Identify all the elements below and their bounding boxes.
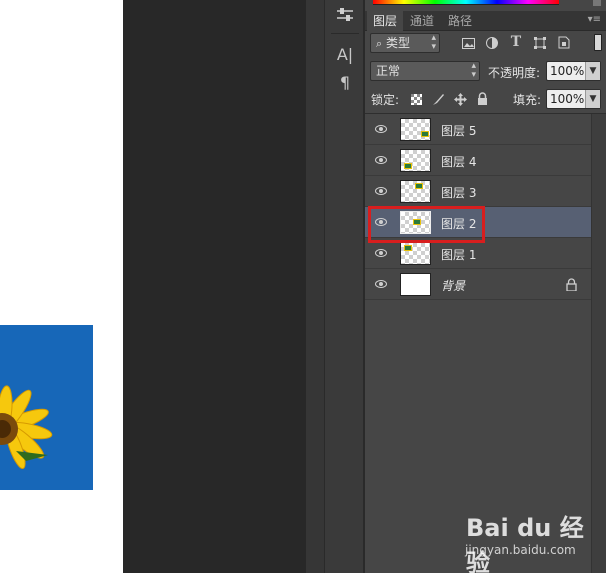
fill-field[interactable]: 100% ▼ bbox=[546, 89, 601, 109]
layer-thumbnail bbox=[400, 273, 431, 296]
layer-thumbnail bbox=[400, 149, 431, 172]
color-spectrum-bar[interactable] bbox=[373, 0, 559, 5]
tab-layers[interactable]: 图层 bbox=[367, 11, 404, 31]
visibility-eye-icon[interactable] bbox=[375, 247, 387, 259]
filter-kind-label: 类型 bbox=[386, 36, 411, 50]
select-arrows-icon: ▴ ▾ bbox=[471, 61, 476, 80]
filter-type-icon[interactable]: T bbox=[509, 34, 523, 50]
layer-thumbnail bbox=[400, 118, 431, 141]
chevron-down-icon[interactable]: ▼ bbox=[585, 62, 600, 80]
search-icon: ⌕ bbox=[376, 37, 383, 50]
opacity-value: 100% bbox=[550, 64, 585, 78]
blend-mode-select[interactable]: 正常 ▴ ▾ bbox=[370, 61, 480, 81]
layer-row[interactable]: 图层 3 bbox=[365, 176, 591, 207]
panel-menu-icon[interactable]: ▾≡ bbox=[588, 14, 601, 25]
watermark: Bai du 经验 jingyan.baidu.com bbox=[458, 505, 606, 573]
layers-panel: 图层 通道 路径 ▾≡ ⌕ 类型 ▴ ▾ T 正常 ▴ ▾ 不透明度: 100% ▼… bbox=[364, 0, 606, 573]
layer-thumbnail bbox=[400, 180, 431, 203]
opacity-field[interactable]: 100% ▼ bbox=[546, 61, 601, 81]
blend-mode-label: 正常 bbox=[376, 64, 401, 78]
fill-value: 100% bbox=[550, 92, 585, 106]
lock-position-icon[interactable] bbox=[453, 92, 467, 106]
visibility-eye-icon[interactable] bbox=[375, 154, 387, 166]
tab-channels[interactable]: 通道 bbox=[404, 11, 440, 31]
layer-name[interactable]: 图层 5 bbox=[441, 122, 476, 139]
character-icon[interactable]: A| bbox=[333, 43, 357, 65]
fill-label: 填充: bbox=[513, 93, 542, 107]
panel-tab-bar: 图层 通道 路径 ▾≡ bbox=[365, 11, 606, 31]
sunflower-photo bbox=[0, 325, 93, 490]
filter-toggle-switch[interactable] bbox=[594, 34, 602, 51]
filter-kind-select[interactable]: ⌕ 类型 ▴ ▾ bbox=[370, 33, 440, 53]
layer-row-background[interactable]: 背景 bbox=[365, 269, 591, 300]
lock-transparent-pixels-icon[interactable] bbox=[409, 92, 423, 106]
lock-image-pixels-icon[interactable] bbox=[431, 92, 445, 106]
filter-adjustment-icon[interactable] bbox=[485, 36, 499, 50]
layer-name[interactable]: 图层 4 bbox=[441, 153, 476, 170]
filter-pixel-icon[interactable] bbox=[461, 36, 475, 50]
layer-name[interactable]: 背景 bbox=[441, 277, 465, 294]
layer-row[interactable]: 图层 4 bbox=[365, 145, 591, 176]
filter-shape-icon[interactable] bbox=[533, 36, 547, 50]
watermark-url: jingyan.baidu.com bbox=[465, 543, 576, 557]
chevron-down-icon[interactable]: ▼ bbox=[585, 90, 600, 108]
tab-paths[interactable]: 路径 bbox=[442, 11, 478, 31]
layer-row[interactable]: 图层 5 bbox=[365, 114, 591, 145]
highlight-annotation-box bbox=[368, 206, 485, 243]
layer-name[interactable]: 图层 3 bbox=[441, 184, 476, 201]
opacity-label: 不透明度: bbox=[488, 66, 541, 80]
paragraph-icon[interactable]: ¶ bbox=[333, 71, 357, 93]
lock-all-icon[interactable] bbox=[475, 91, 489, 105]
panel-dock-gap bbox=[306, 0, 324, 573]
select-arrows-icon: ▴ ▾ bbox=[431, 33, 436, 52]
visibility-eye-icon[interactable] bbox=[375, 123, 387, 135]
pasteboard bbox=[123, 0, 306, 573]
visibility-eye-icon[interactable] bbox=[375, 278, 387, 290]
filter-smart-object-icon[interactable] bbox=[557, 35, 571, 49]
watermark-logo: Bai du 经验 bbox=[466, 514, 584, 573]
adjust-sliders-icon[interactable] bbox=[333, 4, 357, 26]
collapsed-panel-strip: A| ¶ bbox=[324, 0, 364, 573]
lock-label: 锁定: bbox=[371, 93, 400, 107]
layer-thumbnail bbox=[400, 242, 431, 265]
color-swatch[interactable] bbox=[593, 0, 601, 6]
layer-name[interactable]: 图层 1 bbox=[441, 246, 476, 263]
lock-icon[interactable] bbox=[566, 278, 577, 291]
visibility-eye-icon[interactable] bbox=[375, 185, 387, 197]
